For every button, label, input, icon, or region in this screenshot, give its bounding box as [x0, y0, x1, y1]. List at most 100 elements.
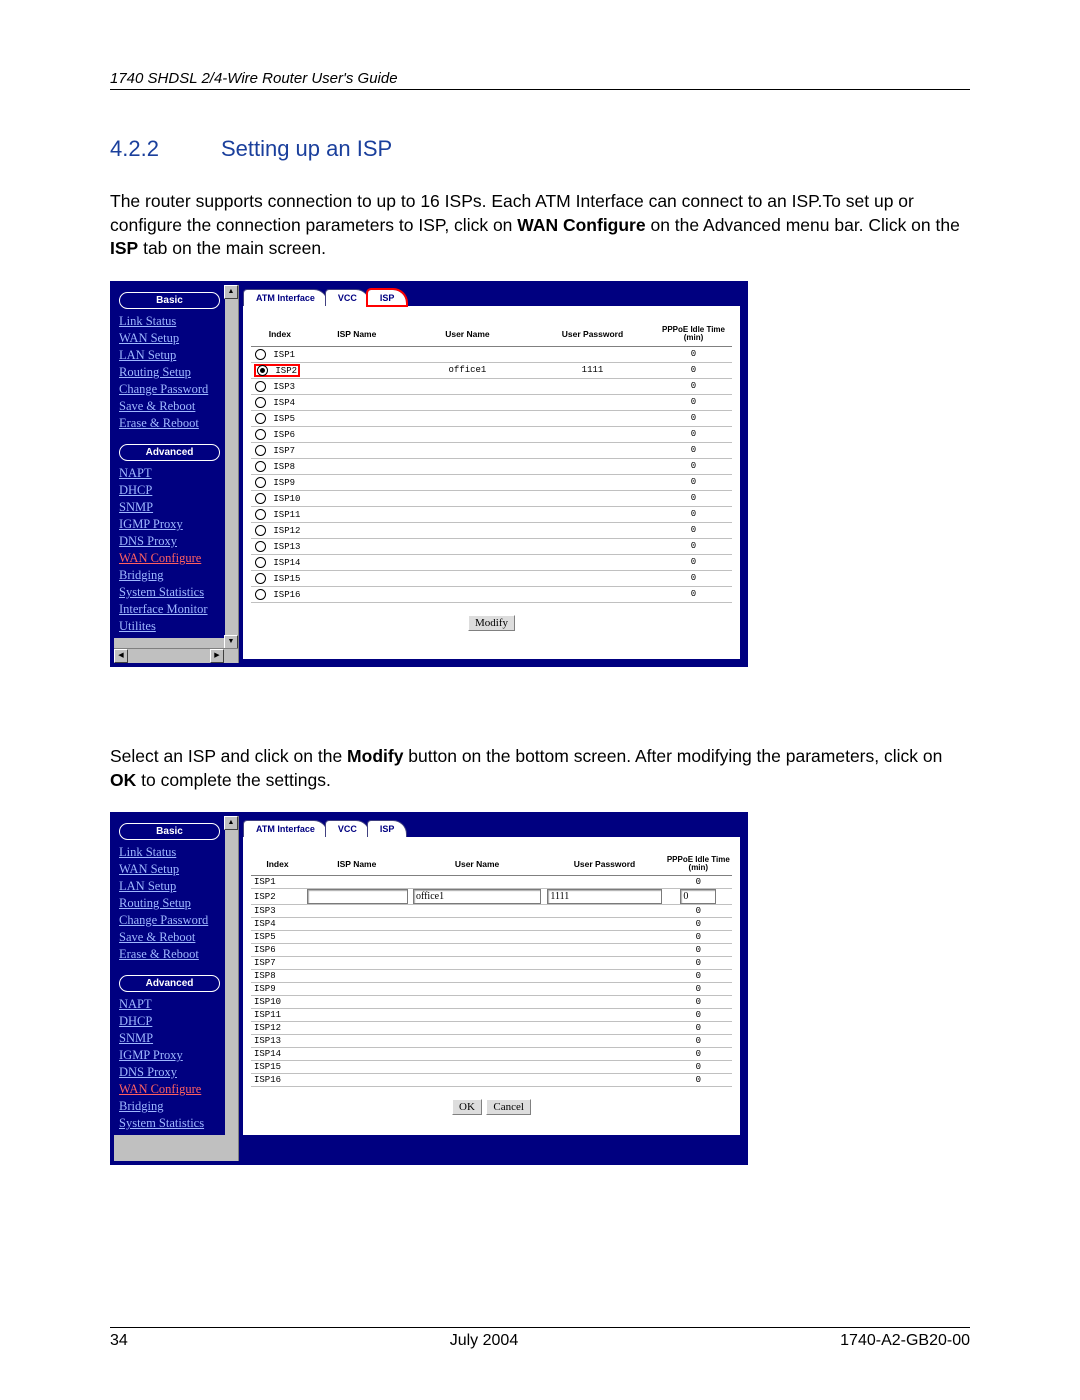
footer-page-number: 34	[110, 1332, 128, 1350]
isp-index-cell[interactable]: ISP15	[251, 570, 309, 586]
isp-index-cell[interactable]: ISP3	[251, 378, 309, 394]
isp-radio[interactable]	[255, 349, 266, 360]
tab-vcc[interactable]: VCC	[325, 289, 370, 306]
scroll-right-icon[interactable]: ▶	[210, 649, 224, 663]
isp-row: ISP2office111110	[251, 362, 732, 378]
user-name-cell	[405, 490, 530, 506]
isp-index-cell[interactable]: ISP1	[251, 346, 309, 362]
sidebar-item-snmp[interactable]: SNMP	[117, 1030, 222, 1047]
sidebar-item-napt[interactable]: NAPT	[117, 996, 222, 1013]
sidebar-item-save-reboot[interactable]: Save & Reboot	[117, 398, 222, 415]
isp-index-cell[interactable]: ISP12	[251, 522, 309, 538]
idle-input[interactable]	[680, 889, 716, 904]
sidebar-item-snmp[interactable]: SNMP	[117, 499, 222, 516]
isp-radio[interactable]	[255, 589, 266, 600]
sidebar-item-lan-setup[interactable]: LAN Setup	[117, 347, 222, 364]
sidebar-item-routing-setup[interactable]: Routing Setup	[117, 895, 222, 912]
isp-index-cell[interactable]: ISP8	[251, 458, 309, 474]
sidebar-item-routing-setup[interactable]: Routing Setup	[117, 364, 222, 381]
isp-index-cell[interactable]: ISP2	[251, 362, 309, 378]
tab-isp[interactable]: ISP	[367, 289, 408, 306]
user-name-cell	[410, 1074, 545, 1087]
isp-radio[interactable]	[255, 525, 266, 536]
sidebar-item-lan-setup[interactable]: LAN Setup	[117, 878, 222, 895]
isp-index-cell[interactable]: ISP6	[251, 426, 309, 442]
sidebar-item-igmp-proxy[interactable]: IGMP Proxy	[117, 516, 222, 533]
sidebar-item-dhcp[interactable]: DHCP	[117, 482, 222, 499]
sidebar-item-erase-reboot[interactable]: Erase & Reboot	[117, 946, 222, 963]
sidebar-item-erase-reboot[interactable]: Erase & Reboot	[117, 415, 222, 432]
sidebar-item-interface-monitor[interactable]: Interface Monitor	[117, 601, 222, 618]
scroll-up-icon[interactable]: ▲	[224, 816, 238, 830]
isp-index-cell: ISP14	[251, 1048, 304, 1061]
isp-radio[interactable]	[255, 573, 266, 584]
isp-radio[interactable]	[255, 429, 266, 440]
isp-radio[interactable]	[255, 493, 266, 504]
isp-index-cell[interactable]: ISP10	[251, 490, 309, 506]
sidebar-item-wan-setup[interactable]: WAN Setup	[117, 861, 222, 878]
isp-radio[interactable]	[255, 397, 266, 408]
sidebar-item-bridging[interactable]: Bridging	[117, 567, 222, 584]
sidebar-item-link-status[interactable]: Link Status	[117, 313, 222, 330]
sidebar-item-system-statistics[interactable]: System Statistics	[117, 1115, 222, 1132]
sidebar-item-igmp-proxy[interactable]: IGMP Proxy	[117, 1047, 222, 1064]
idle-cell: 0	[655, 346, 732, 362]
isp-index-cell[interactable]: ISP7	[251, 442, 309, 458]
isp-radio[interactable]	[255, 413, 266, 424]
idle-cell: 0	[655, 506, 732, 522]
tab-isp[interactable]: ISP	[367, 820, 408, 837]
scroll-down-icon[interactable]: ▼	[224, 635, 238, 649]
sidebar-item-dns-proxy[interactable]: DNS Proxy	[117, 1064, 222, 1081]
sidebar-item-dhcp[interactable]: DHCP	[117, 1013, 222, 1030]
sidebar-item-wan-setup[interactable]: WAN Setup	[117, 330, 222, 347]
mid-bold-ok: OK	[110, 770, 136, 790]
isp-radio[interactable]	[255, 557, 266, 568]
user-name-input[interactable]	[413, 889, 541, 904]
isp-index-cell[interactable]: ISP14	[251, 554, 309, 570]
sidebar-item-change-password[interactable]: Change Password	[117, 381, 222, 398]
isp-row: ISP50	[251, 931, 732, 944]
tab-atm-interface[interactable]: ATM Interface	[243, 289, 328, 306]
sidebar-item-system-statistics[interactable]: System Statistics	[117, 584, 222, 601]
sidebar-item-save-reboot[interactable]: Save & Reboot	[117, 929, 222, 946]
sidebar-item-wan-configure[interactable]: WAN Configure	[117, 550, 222, 567]
cancel-button[interactable]: Cancel	[486, 1099, 531, 1115]
isp-index-cell[interactable]: ISP13	[251, 538, 309, 554]
sidebar-item-change-password[interactable]: Change Password	[117, 912, 222, 929]
isp-index-cell[interactable]: ISP5	[251, 410, 309, 426]
isp-index-cell[interactable]: ISP9	[251, 474, 309, 490]
isp-index-cell[interactable]: ISP16	[251, 586, 309, 602]
user-password-cell	[544, 1061, 664, 1074]
isp-index-cell: ISP13	[251, 1035, 304, 1048]
intro-bold-isp: ISP	[110, 238, 138, 258]
isp-name-input[interactable]	[307, 889, 408, 904]
isp-radio[interactable]	[255, 445, 266, 456]
isp-index-cell[interactable]: ISP11	[251, 506, 309, 522]
sidebar-item-bridging[interactable]: Bridging	[117, 1098, 222, 1115]
sidebar-item-utilites[interactable]: Utilites	[117, 618, 222, 635]
user-name-cell	[405, 458, 530, 474]
idle-cell: 0	[655, 394, 732, 410]
tab-atm-interface[interactable]: ATM Interface	[243, 820, 328, 837]
scroll-left-icon[interactable]: ◀	[114, 649, 128, 663]
sidebar-item-dns-proxy[interactable]: DNS Proxy	[117, 533, 222, 550]
scroll-up-icon[interactable]: ▲	[224, 285, 238, 299]
tab-vcc[interactable]: VCC	[325, 820, 370, 837]
isp-row: ISP30	[251, 905, 732, 918]
isp-index-cell[interactable]: ISP4	[251, 394, 309, 410]
isp-radio[interactable]	[257, 365, 268, 376]
user-password-input[interactable]	[547, 889, 662, 904]
isp-index-cell: ISP2	[251, 889, 304, 905]
sidebar-item-link-status[interactable]: Link Status	[117, 844, 222, 861]
user-name-cell	[410, 970, 545, 983]
isp-radio[interactable]	[255, 461, 266, 472]
sidebar-item-napt[interactable]: NAPT	[117, 465, 222, 482]
user-password-cell	[544, 1074, 664, 1087]
ok-button[interactable]: OK	[452, 1099, 482, 1115]
sidebar-item-wan-configure[interactable]: WAN Configure	[117, 1081, 222, 1098]
isp-radio[interactable]	[255, 381, 266, 392]
isp-radio[interactable]	[255, 509, 266, 520]
isp-radio[interactable]	[255, 541, 266, 552]
modify-button[interactable]: Modify	[468, 615, 515, 631]
isp-radio[interactable]	[255, 477, 266, 488]
